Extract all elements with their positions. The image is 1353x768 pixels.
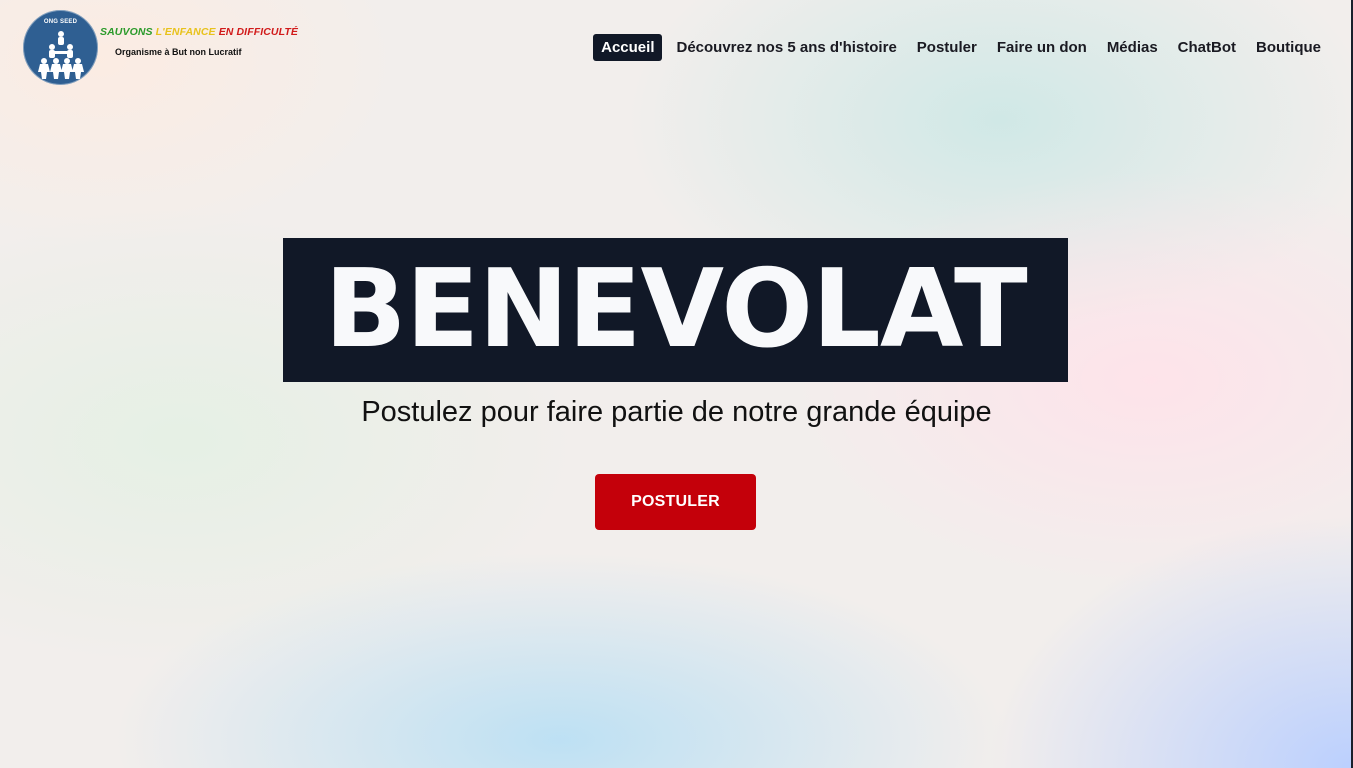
brand-word-1: SAUVONS [100,26,153,38]
nav-item-postuler[interactable]: Postuler [907,33,987,62]
main-nav: Accueil Découvrez nos 5 ans d'histoire P… [593,33,1331,62]
brand-word-2: L'ENFANCE [155,26,216,38]
postuler-button[interactable]: POSTULER [595,474,756,530]
nav-item-accueil[interactable]: Accueil [593,34,663,61]
hero-title: BENEVOLAT [324,247,1027,372]
human-pyramid-icon [38,31,84,79]
brand-name: SAUVONS L'ENFANCE EN DIFFICULTÉ [100,26,298,38]
nav-item-histoire[interactable]: Découvrez nos 5 ans d'histoire [666,33,906,62]
nav-item-faire-un-don[interactable]: Faire un don [987,33,1097,62]
logo-badge-text: ONG SEED [43,19,78,25]
nav-item-boutique[interactable]: Boutique [1246,33,1331,62]
nav-item-chatbot[interactable]: ChatBot [1168,33,1246,62]
hero-title-box: BENEVOLAT [283,238,1068,382]
logo[interactable]: ONG SEED [23,10,98,85]
hero-subtitle: Postulez pour faire partie de notre gran… [361,396,992,428]
nav-item-medias[interactable]: Médias [1097,33,1168,62]
brand-word-3: EN DIFFICULTÉ [218,26,298,38]
brand-tagline: Organisme à But non Lucratif [115,47,242,57]
